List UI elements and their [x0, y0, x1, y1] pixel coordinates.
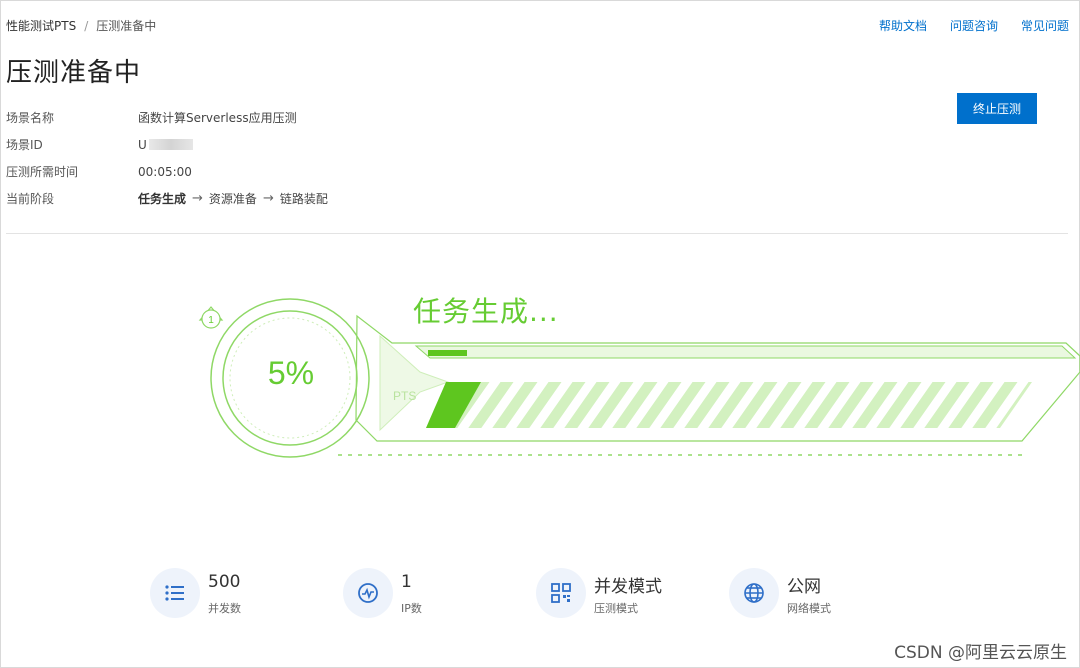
progress-percent: 5% [267, 355, 315, 391]
stat-ip-count: 1 IP数 [343, 566, 543, 618]
stat-concurrency: 500 并发数 [150, 566, 350, 618]
stat-mode-label: 压测模式 [594, 602, 638, 615]
stat-ip-label: IP数 [401, 602, 422, 615]
top-track-fill [428, 350, 467, 356]
globe-icon [729, 568, 779, 618]
watermark-text: CSDN @阿里云云原生 [894, 643, 1067, 663]
stat-network-mode: 公网 网络模式 [729, 566, 929, 618]
current-stage-title: 任务生成... [413, 295, 559, 328]
top-track [414, 345, 1077, 359]
stat-mode-value: 并发模式 [594, 577, 662, 597]
stat-network-value: 公网 [787, 577, 821, 597]
stat-test-mode: 并发模式 压测模式 [536, 566, 736, 618]
stat-network-label: 网络模式 [787, 602, 831, 615]
step-badge-icon: 1 [198, 306, 224, 329]
stat-concurrency-label: 并发数 [208, 602, 241, 615]
main-track-stripes [426, 382, 1032, 428]
stat-concurrency-value: 500 [208, 572, 241, 592]
monitor-chart-icon [343, 568, 393, 618]
list-icon [150, 568, 200, 618]
grid-icon [536, 568, 586, 618]
pts-label: PTS [393, 389, 417, 403]
step-badge-number: 1 [208, 315, 214, 326]
stat-ip-value: 1 [401, 572, 412, 592]
